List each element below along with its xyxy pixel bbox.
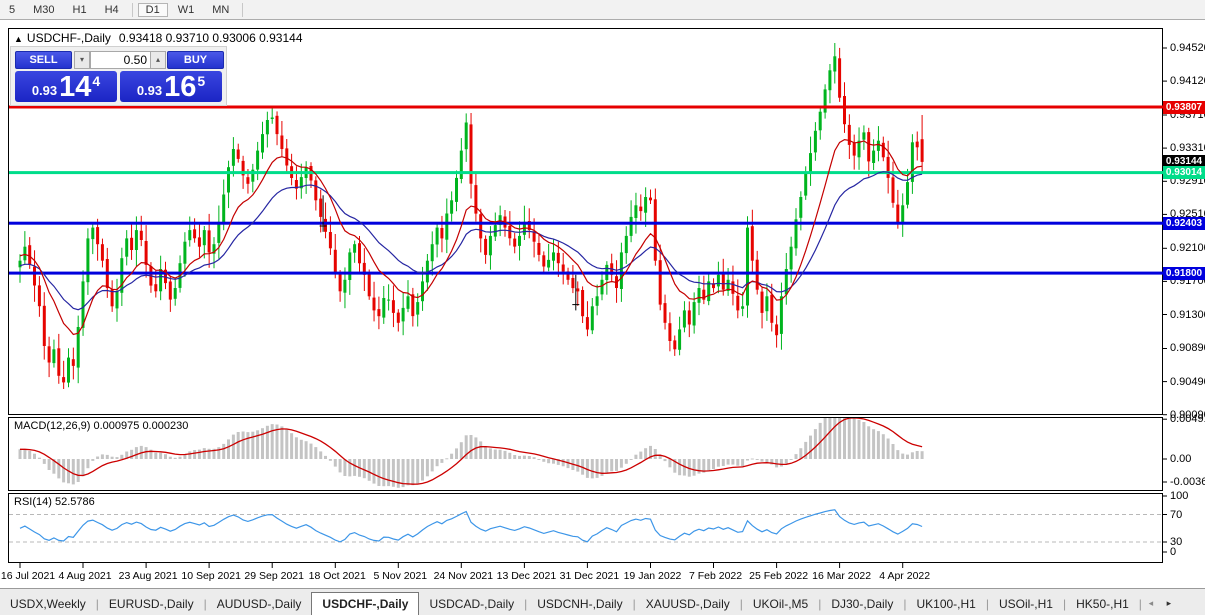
sell-price-prefix: 0.93: [32, 83, 57, 98]
timeframe-button-5[interactable]: 5: [1, 3, 23, 17]
buy-button[interactable]: BUY: [167, 51, 224, 69]
symbol-tab-usoil[interactable]: USOil-,H1: [989, 593, 1063, 615]
date-axis-label: 16 Mar 2022: [812, 570, 871, 582]
symbol-tab-usdcnh[interactable]: USDCNH-,Daily: [527, 593, 632, 615]
price-badge: 0.92403: [1163, 217, 1205, 230]
date-axis-label: 16 Jul 2021: [1, 570, 55, 582]
date-axis-label: 4 Aug 2021: [58, 570, 111, 582]
date-axis-label: 23 Aug 2021: [119, 570, 178, 582]
price-axis-label: 0.90890: [1170, 342, 1205, 354]
timeframe-button-m30[interactable]: M30: [25, 3, 62, 17]
macd-axis-label: 0.004913: [1170, 413, 1205, 425]
timeframe-toolbar: 5M30H1H4 D1W1MN: [0, 0, 1205, 20]
symbol-tab-ukoil[interactable]: UKOil-,M5: [743, 593, 818, 615]
buy-price-pips: 16: [164, 74, 196, 101]
sell-price-pips: 14: [59, 74, 91, 101]
rsi-axis-label: 100: [1170, 490, 1188, 502]
date-axis-label: 19 Jan 2022: [624, 570, 682, 582]
date-axis-label: 5 Nov 2021: [373, 570, 427, 582]
chart-title: ▲ USDCHF-,Daily 0.93418 0.93710 0.93006 0.…: [14, 31, 303, 45]
date-axis-label: 24 Nov 2021: [434, 570, 494, 582]
date-axis-label: 25 Feb 2022: [749, 570, 808, 582]
sell-price-panel[interactable]: 0.93 14 4: [15, 71, 117, 102]
price-badge: 0.93014: [1163, 166, 1205, 179]
rsi-indicator-panel[interactable]: [8, 493, 1163, 563]
tab-scroll-right-icon[interactable]: ▸: [1161, 596, 1177, 612]
price-axis-label: 0.91300: [1170, 309, 1205, 321]
date-axis-label: 13 Dec 2021: [497, 570, 557, 582]
buy-price-pipette: 5: [197, 73, 205, 89]
timeframe-button-mn[interactable]: MN: [204, 3, 237, 17]
toolbar-separator: [242, 3, 243, 17]
price-badge: 0.91800: [1163, 267, 1205, 280]
symbol-tab-dj30[interactable]: DJ30-,Daily: [821, 593, 903, 615]
symbol-tab-audusd[interactable]: AUDUSD-,Daily: [207, 593, 312, 615]
tab-scroll-left-icon[interactable]: ◂: [1143, 596, 1159, 612]
rsi-axis-label: 0: [1170, 546, 1176, 558]
price-axis-label: 0.92100: [1170, 242, 1205, 254]
price-axis-label: 0.94520: [1170, 42, 1205, 54]
date-axis-label: 7 Feb 2022: [689, 570, 742, 582]
price-axis-label: 0.90490: [1170, 376, 1205, 388]
tab-separator: |: [1139, 597, 1142, 615]
volume-input[interactable]: [90, 51, 152, 69]
volume-decrease-button[interactable]: ▾: [74, 51, 90, 69]
symbol-tab-eurusd[interactable]: EURUSD-,Daily: [99, 593, 204, 615]
price-axis-label: 0.94120: [1170, 75, 1205, 87]
buy-price-prefix: 0.93: [137, 83, 162, 98]
timeframe-button-w1[interactable]: W1: [170, 3, 203, 17]
symbol-tab-usdx[interactable]: USDX,Weekly: [0, 593, 96, 615]
date-axis-label: 31 Dec 2021: [560, 570, 620, 582]
timeframe-button-h4[interactable]: H4: [97, 3, 127, 17]
macd-axis-label: 0.00: [1170, 453, 1191, 465]
macd-axis-label: -0.00361: [1170, 476, 1205, 488]
macd-label: MACD(12,26,9) 0.000975 0.000230: [14, 420, 188, 432]
rsi-axis-label: 70: [1170, 509, 1182, 521]
one-click-trading-widget: SELL ▾ ▴ BUY 0.93 14 4 0.93 16 5: [10, 46, 227, 106]
symbol-tab-usdcad[interactable]: USDCAD-,Daily: [419, 593, 524, 615]
symbol-tab-hk50[interactable]: HK50-,H1: [1066, 593, 1139, 615]
sell-price-pipette: 4: [92, 73, 100, 89]
date-axis-label: 29 Sep 2021: [244, 570, 304, 582]
date-axis-label: 18 Oct 2021: [309, 570, 366, 582]
rsi-label: RSI(14) 52.5786: [14, 496, 95, 508]
ohlc-low: 0.93006: [212, 31, 255, 45]
buy-price-panel[interactable]: 0.93 16 5: [120, 71, 222, 102]
sell-button[interactable]: SELL: [15, 51, 72, 69]
symbol-tabbar: USDX,Weekly|EURUSD-,Daily|AUDUSD-,DailyU…: [0, 588, 1205, 615]
ohlc-high: 0.93710: [166, 31, 209, 45]
date-axis-label: 4 Apr 2022: [879, 570, 930, 582]
ohlc-open: 0.93418: [119, 31, 162, 45]
collapse-chevron-icon[interactable]: ▲: [14, 34, 23, 44]
timeframe-button-d1[interactable]: D1: [138, 3, 168, 17]
timeframe-button-h1[interactable]: H1: [65, 3, 95, 17]
ohlc-close: 0.93144: [259, 31, 302, 45]
toolbar-separator: [132, 3, 133, 17]
symbol-tab-uk100[interactable]: UK100-,H1: [906, 593, 985, 615]
symbol-tab-xauusd[interactable]: XAUUSD-,Daily: [636, 593, 740, 615]
price-axis-label: 0.93310: [1170, 142, 1205, 154]
date-axis-label: 10 Sep 2021: [181, 570, 241, 582]
symbol-tab-usdchf[interactable]: USDCHF-,Daily: [311, 592, 419, 615]
trading-terminal-window: 5M30H1H4D1W1MN ▲USDCHF-,Daily0.93418 0.9…: [0, 0, 1205, 615]
chart-symbol-label: USDCHF-,Daily: [27, 31, 111, 45]
price-badge: 0.93807: [1163, 101, 1205, 114]
volume-increase-button[interactable]: ▴: [150, 51, 166, 69]
